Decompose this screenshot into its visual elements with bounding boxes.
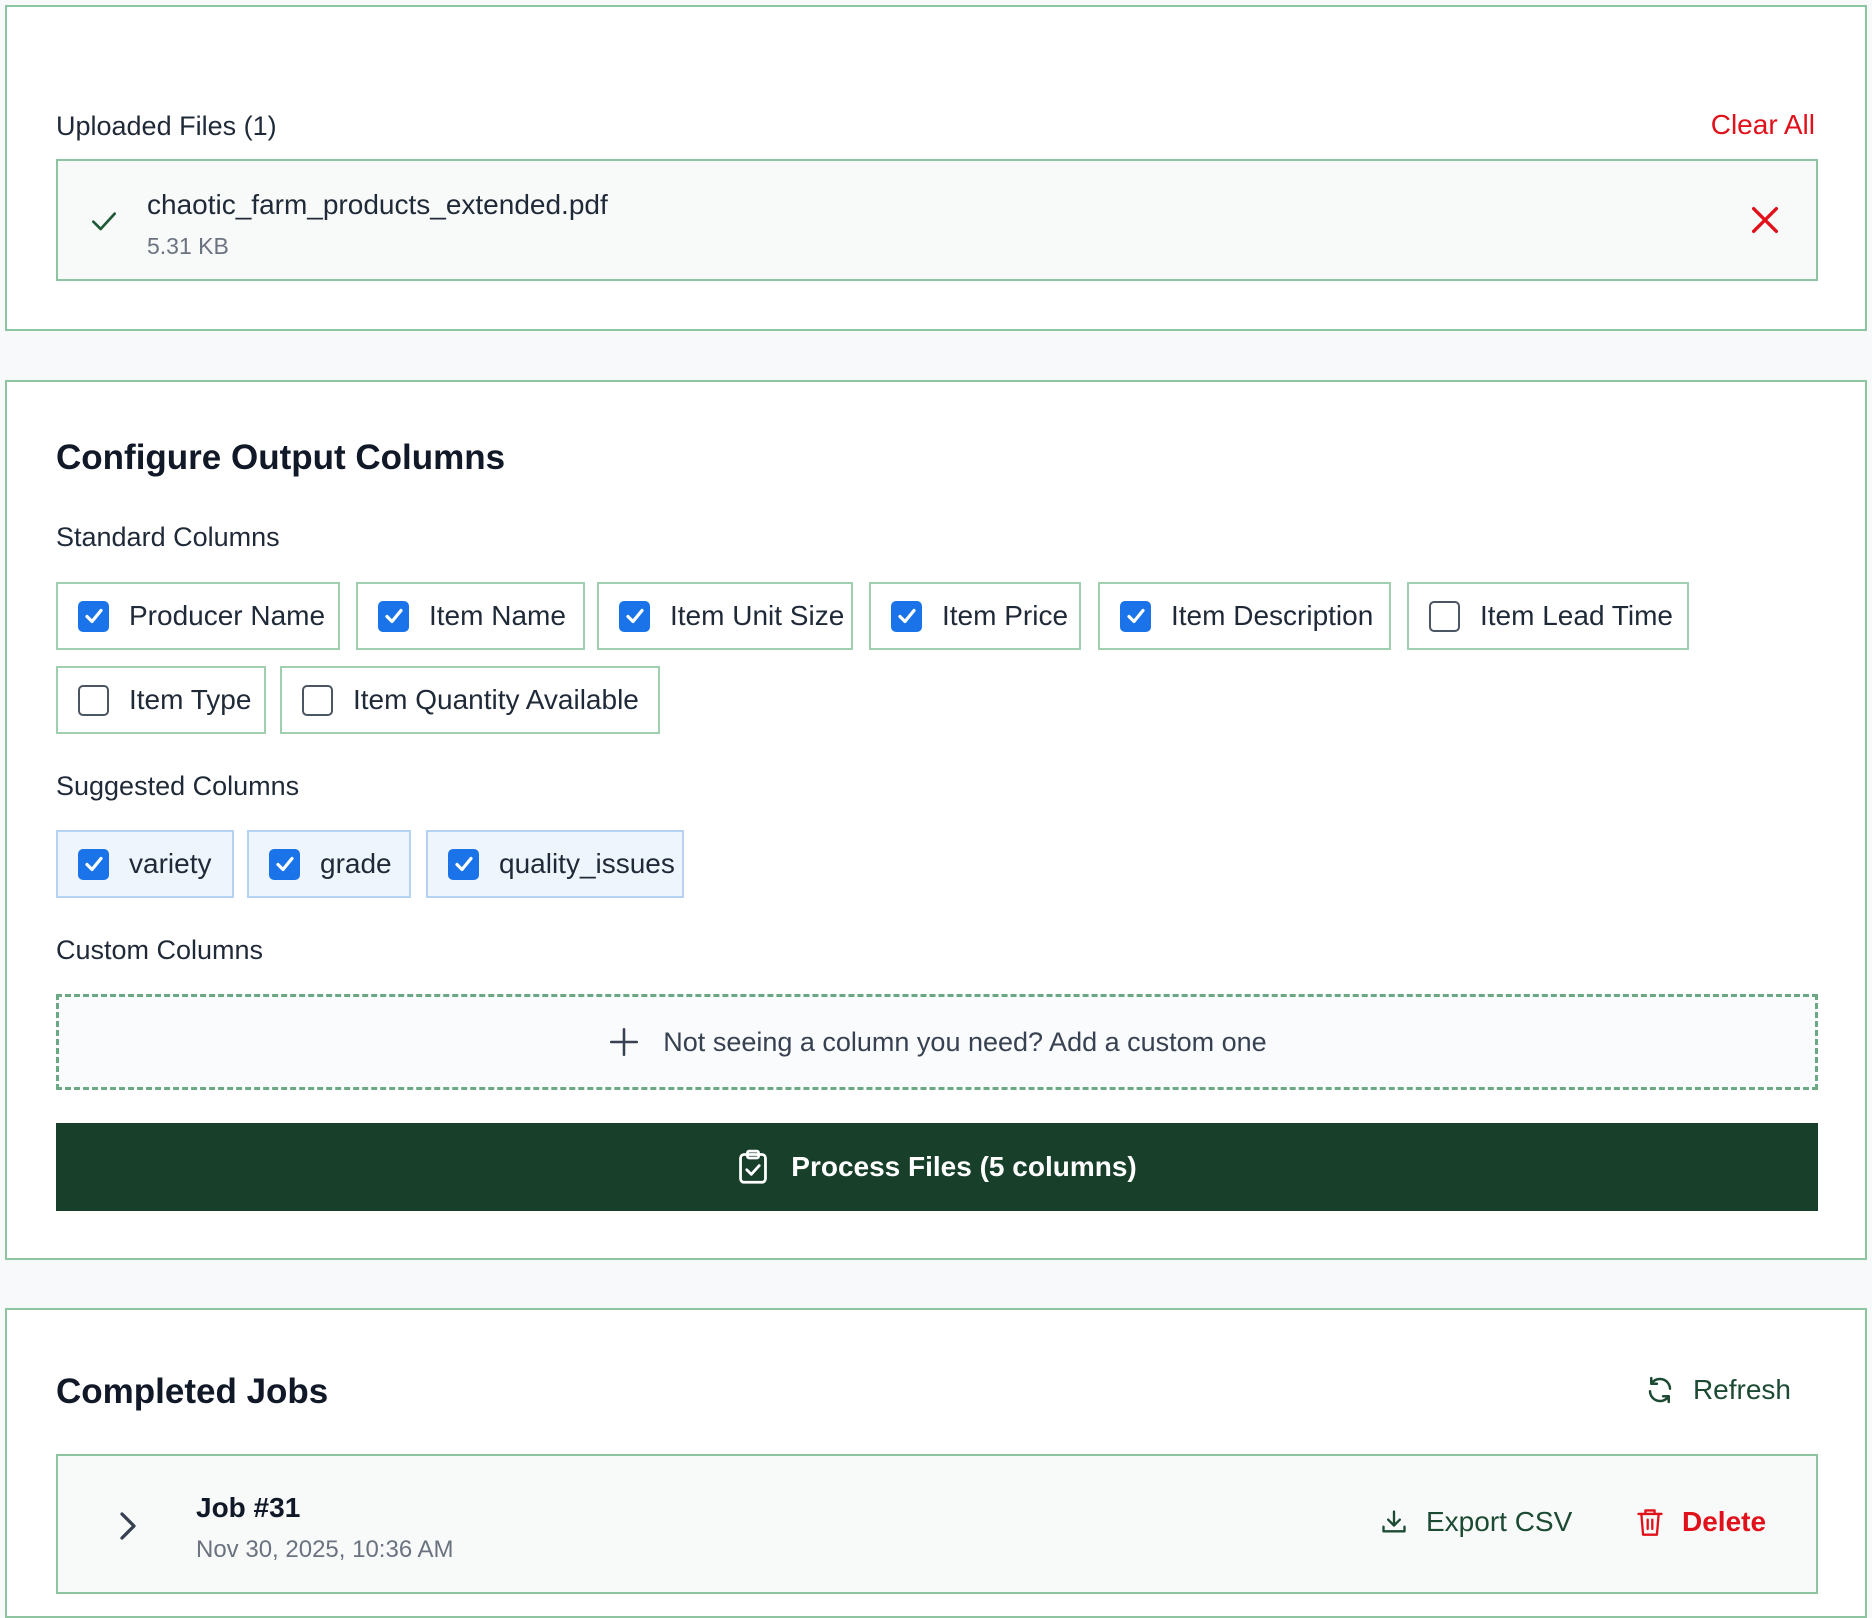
refresh-button[interactable]: Refresh (1645, 1374, 1791, 1406)
add-custom-column-label: Not seeing a column you need? Add a cust… (663, 1026, 1267, 1057)
column-chip-label: grade (320, 848, 392, 879)
suggested-columns-label: Suggested Columns (56, 771, 300, 801)
download-icon (1382, 1510, 1406, 1533)
configure-columns-panel: Configure Output Columns Standard Column… (5, 380, 1867, 1260)
file-item: chaotic_farm_products_extended.pdf 5.31 … (56, 159, 1818, 281)
checkbox-checked[interactable] (269, 848, 300, 880)
column-chip-label: Item Unit Size (670, 600, 845, 631)
delete-job-button[interactable]: Delete (1636, 1506, 1766, 1538)
column-chip-producer-name[interactable]: Producer Name (56, 582, 340, 650)
clear-all-button[interactable]: Clear All (1711, 109, 1815, 141)
checkbox-unchecked[interactable] (302, 684, 333, 716)
custom-columns-label: Custom Columns (56, 935, 264, 965)
column-chip-label: quality_issues (499, 848, 675, 879)
column-chip-item-price[interactable]: Item Price (869, 582, 1081, 650)
checkbox-checked[interactable] (448, 848, 479, 880)
completed-jobs-title: Completed Jobs (56, 1372, 329, 1411)
uploaded-files-title: Uploaded Files (1) (56, 111, 277, 141)
suggested-chip-grade[interactable]: grade (247, 830, 411, 898)
clipboard-check-icon (739, 1149, 768, 1184)
close-icon[interactable] (1748, 203, 1782, 237)
standard-columns-label: Standard Columns (56, 522, 280, 552)
column-chip-item-name[interactable]: Item Name (356, 582, 585, 650)
checkbox-checked[interactable] (891, 600, 922, 632)
process-files-label: Process Files (5 columns) (791, 1151, 1137, 1182)
refresh-label: Refresh (1692, 1374, 1791, 1405)
process-files-button[interactable]: Process Files (5 columns) (56, 1123, 1818, 1211)
column-chip-label: Item Description (1171, 600, 1374, 631)
file-size: 5.31 KB (147, 233, 229, 259)
checkbox-unchecked[interactable] (1429, 600, 1460, 632)
column-chip-label: Item Quantity Available (353, 684, 639, 715)
column-chip-item-lead-time[interactable]: Item Lead Time (1407, 582, 1689, 650)
export-csv-button[interactable]: Export CSV (1380, 1506, 1572, 1538)
column-chip-label: Item Type (129, 684, 252, 715)
checkbox-checked[interactable] (1120, 600, 1151, 632)
column-chip-item-type[interactable]: Item Type (56, 666, 266, 734)
column-chip-label: Producer Name (129, 600, 326, 631)
plus-icon (610, 1027, 639, 1057)
job-title: Job #31 (196, 1492, 301, 1523)
column-chip-item-unit-size[interactable]: Item Unit Size (597, 582, 853, 650)
trash-icon (1637, 1509, 1663, 1536)
column-chip-item-description[interactable]: Item Description (1098, 582, 1391, 650)
checkbox-checked[interactable] (78, 848, 109, 880)
checkbox-checked[interactable] (378, 600, 409, 632)
check-icon (92, 212, 116, 231)
job-date: Nov 30, 2025, 10:36 AM (196, 1536, 454, 1563)
configure-columns-title: Configure Output Columns (56, 438, 506, 477)
uploaded-files-panel: Uploaded Files (1) Clear All chaotic_far… (5, 5, 1867, 331)
file-name: chaotic_farm_products_extended.pdf (147, 189, 608, 220)
add-custom-column-button[interactable]: Not seeing a column you need? Add a cust… (56, 994, 1818, 1090)
column-chip-label: Item Price (942, 600, 1069, 631)
column-chip-item-quantity-available[interactable]: Item Quantity Available (280, 666, 660, 734)
chevron-right-icon[interactable] (114, 1508, 142, 1544)
checkbox-checked[interactable] (619, 600, 650, 632)
delete-label: Delete (1682, 1506, 1767, 1537)
job-item: Job #31 Nov 30, 2025, 10:36 AM Export CS… (56, 1454, 1818, 1594)
column-chip-label: variety (129, 848, 212, 879)
suggested-chip-variety[interactable]: variety (56, 830, 234, 898)
suggested-chip-quality-issues[interactable]: quality_issues (426, 830, 684, 898)
checkbox-checked[interactable] (78, 600, 109, 632)
column-chip-label: Item Lead Time (1480, 600, 1673, 631)
completed-jobs-panel: Completed Jobs Refresh Job #31 Nov 30, 2… (5, 1308, 1867, 1618)
export-csv-label: Export CSV (1426, 1506, 1573, 1537)
checkbox-unchecked[interactable] (78, 684, 109, 716)
column-chip-label: Item Name (429, 600, 566, 631)
refresh-icon (1648, 1376, 1672, 1404)
